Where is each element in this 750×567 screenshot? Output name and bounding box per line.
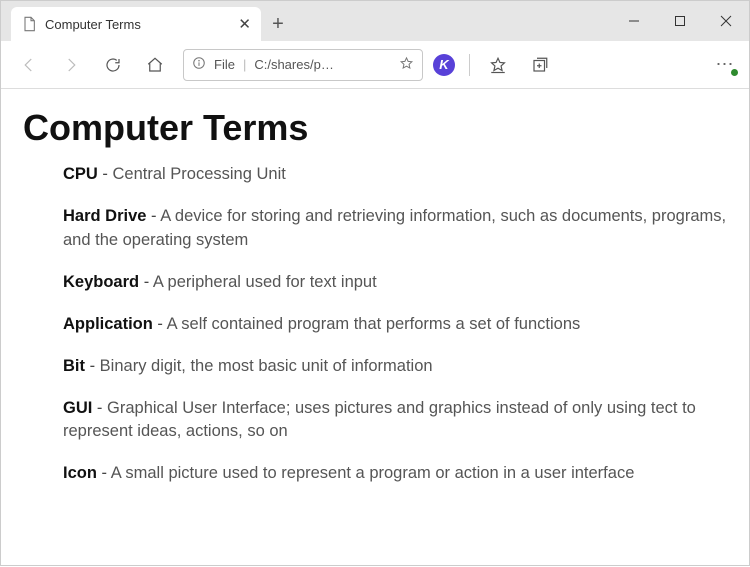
extension-k-icon[interactable]: K — [433, 54, 455, 76]
browser-tab[interactable]: Computer Terms ✕ — [11, 7, 261, 41]
definition: Graphical User Interface; uses pictures … — [63, 399, 696, 441]
definition-entry: Application - A self contained program t… — [63, 313, 727, 337]
refresh-button[interactable] — [95, 47, 131, 83]
toolbar-separator — [469, 54, 470, 76]
dash: - — [92, 399, 107, 417]
term: Bit — [63, 357, 85, 375]
more-menu-button[interactable]: ⋯ — [711, 51, 739, 79]
definition-entry: Keyboard - A peripheral used for text in… — [63, 271, 727, 295]
address-bar[interactable]: File | C:/shares/p… — [183, 49, 423, 81]
definition-list: CPU - Central Processing Unit Hard Drive … — [63, 163, 727, 486]
minimize-button[interactable] — [611, 1, 657, 41]
term: Hard Drive — [63, 207, 146, 225]
definition-entry: CPU - Central Processing Unit — [63, 163, 727, 187]
collections-button[interactable] — [522, 47, 558, 83]
definition-entry: Hard Drive - A device for storing and re… — [63, 205, 727, 253]
forward-button[interactable] — [53, 47, 89, 83]
close-window-button[interactable] — [703, 1, 749, 41]
tab-title: Computer Terms — [45, 17, 141, 32]
page-title: Computer Terms — [23, 107, 727, 149]
term: CPU — [63, 165, 98, 183]
definition-entry: Bit - Binary digit, the most basic unit … — [63, 355, 727, 379]
dash: - — [139, 273, 153, 291]
definition: A peripheral used for text input — [153, 273, 377, 291]
definition: A small picture used to represent a prog… — [111, 464, 635, 482]
close-tab-icon[interactable]: ✕ — [238, 17, 251, 32]
dash: - — [85, 357, 100, 375]
definition: A device for storing and retrieving info… — [63, 207, 726, 249]
term: Icon — [63, 464, 97, 482]
dash: - — [97, 464, 111, 482]
page-content: Computer Terms CPU - Central Processing … — [1, 89, 749, 567]
address-separator: | — [243, 57, 246, 72]
favorites-button[interactable] — [480, 47, 516, 83]
toolbar: File | C:/shares/p… K ⋯ — [1, 41, 749, 89]
term: Application — [63, 315, 153, 333]
dash: - — [146, 207, 160, 225]
definition: Central Processing Unit — [113, 165, 286, 183]
term: Keyboard — [63, 273, 139, 291]
new-tab-button[interactable]: + — [261, 7, 295, 41]
term: GUI — [63, 399, 92, 417]
favorite-icon[interactable] — [399, 56, 414, 74]
back-button[interactable] — [11, 47, 47, 83]
definition-entry: Icon - A small picture used to represent… — [63, 462, 727, 486]
maximize-button[interactable] — [657, 1, 703, 41]
dash: - — [98, 165, 113, 183]
definition: A self contained program that performs a… — [167, 315, 581, 333]
title-bar: Computer Terms ✕ + — [1, 1, 749, 41]
page-icon — [21, 16, 37, 32]
definition: Binary digit, the most basic unit of inf… — [100, 357, 433, 375]
dash: - — [153, 315, 167, 333]
address-scheme: File — [214, 57, 235, 72]
home-button[interactable] — [137, 47, 173, 83]
definition-entry: GUI - Graphical User Interface; uses pic… — [63, 397, 727, 445]
notification-dot-icon — [731, 69, 738, 76]
info-icon — [192, 56, 206, 73]
address-path: C:/shares/p… — [254, 57, 333, 72]
window-controls — [611, 1, 749, 41]
